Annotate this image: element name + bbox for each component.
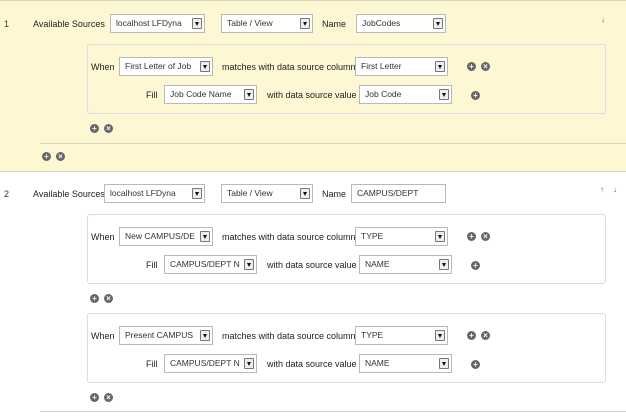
- when-label: When: [91, 62, 115, 72]
- name-label: Name: [322, 19, 347, 29]
- add-condition-icon[interactable]: +: [467, 62, 476, 71]
- available-sources-label: Available Sources: [33, 19, 105, 29]
- available-sources-label: Available Sources: [33, 189, 105, 199]
- when-field-value: New CAMPUS/DE: [125, 231, 195, 241]
- remove-condition-group-icon[interactable]: ×: [104, 124, 113, 133]
- remove-condition-group-icon[interactable]: ×: [104, 393, 113, 402]
- fill-label: Fill: [146, 90, 158, 100]
- chevron-down-icon[interactable]: [439, 89, 449, 100]
- chevron-down-icon[interactable]: [192, 188, 202, 199]
- value-label: with data source value: [267, 359, 357, 369]
- remove-condition-icon[interactable]: ×: [481, 232, 490, 241]
- chevron-down-icon[interactable]: [200, 61, 210, 72]
- when-field-select[interactable]: New CAMPUS/DE: [119, 227, 213, 246]
- fill-label: Fill: [146, 359, 158, 369]
- add-condition-icon[interactable]: +: [467, 331, 476, 340]
- name-field[interactable]: CAMPUS/DEPT: [351, 184, 446, 203]
- fill-label: Fill: [146, 260, 158, 270]
- add-condition-group-icon[interactable]: +: [90, 124, 99, 133]
- remove-condition-icon[interactable]: ×: [481, 331, 490, 340]
- available-sources-select[interactable]: localhost LFDyna: [104, 184, 205, 203]
- value-column-select[interactable]: NAME: [359, 354, 452, 373]
- value-column-select[interactable]: NAME: [359, 255, 452, 274]
- object-type-select[interactable]: Table / View: [221, 184, 313, 203]
- chevron-down-icon[interactable]: [244, 358, 254, 369]
- condition-box: When Present CAMPUS matches with data so…: [87, 313, 606, 383]
- matches-label: matches with data source column: [222, 232, 356, 242]
- chevron-down-icon[interactable]: [433, 18, 443, 29]
- when-field-select[interactable]: Present CAMPUS: [119, 326, 213, 345]
- when-field-value: First Letter of Job: [125, 61, 192, 71]
- value-column-select[interactable]: Job Code: [359, 85, 452, 104]
- add-fill-icon[interactable]: +: [471, 360, 480, 369]
- add-condition-icon[interactable]: +: [467, 232, 476, 241]
- value-label: with data source value: [267, 90, 357, 100]
- matches-label: matches with data source column: [222, 331, 356, 341]
- available-sources-value: localhost LFDyna: [110, 188, 176, 198]
- row-number: 2: [4, 189, 10, 199]
- chevron-down-icon[interactable]: [200, 231, 210, 242]
- add-condition-group-icon[interactable]: +: [90, 393, 99, 402]
- chevron-down-icon[interactable]: [200, 330, 210, 341]
- fill-field-select[interactable]: CAMPUS/DEPT N: [164, 255, 257, 274]
- object-type-select[interactable]: Table / View: [221, 14, 313, 33]
- condition-box: When First Letter of Job matches with da…: [87, 44, 606, 114]
- fill-field-select[interactable]: Job Code Name: [164, 85, 257, 104]
- source-row-1: 1 Available Sources localhost LFDyna Tab…: [0, 0, 626, 172]
- chevron-down-icon[interactable]: [244, 89, 254, 100]
- chevron-down-icon[interactable]: [439, 358, 449, 369]
- remove-condition-group-icon[interactable]: ×: [104, 294, 113, 303]
- chevron-down-icon[interactable]: [435, 61, 445, 72]
- add-fill-icon[interactable]: +: [471, 91, 480, 100]
- when-label: When: [91, 232, 115, 242]
- when-label: When: [91, 331, 115, 341]
- row-number: 1: [4, 19, 10, 29]
- chevron-down-icon[interactable]: [300, 18, 310, 29]
- divider: [40, 143, 626, 144]
- divider: [40, 411, 626, 412]
- remove-source-icon[interactable]: ×: [56, 152, 65, 161]
- move-up-icon[interactable]: ↑: [600, 185, 604, 194]
- move-down-icon[interactable]: ↓: [601, 15, 605, 24]
- condition-box: When New CAMPUS/DE matches with data sou…: [87, 214, 606, 284]
- move-down-icon[interactable]: ↓: [613, 185, 617, 194]
- available-sources-value: localhost LFDyna: [116, 18, 182, 28]
- add-condition-group-icon[interactable]: +: [90, 294, 99, 303]
- available-sources-select[interactable]: localhost LFDyna: [110, 14, 205, 33]
- name-label: Name: [322, 189, 347, 199]
- chevron-down-icon[interactable]: [192, 18, 202, 29]
- chevron-down-icon[interactable]: [435, 330, 445, 341]
- match-column-select[interactable]: First Letter: [355, 57, 448, 76]
- when-field-value: Present CAMPUS: [125, 330, 194, 340]
- match-column-select[interactable]: TYPE: [355, 227, 448, 246]
- name-select[interactable]: JobCodes: [356, 14, 446, 33]
- chevron-down-icon[interactable]: [439, 259, 449, 270]
- add-source-icon[interactable]: +: [42, 152, 51, 161]
- remove-condition-icon[interactable]: ×: [481, 62, 490, 71]
- match-column-select[interactable]: TYPE: [355, 326, 448, 345]
- chevron-down-icon[interactable]: [244, 259, 254, 270]
- chevron-down-icon[interactable]: [300, 188, 310, 199]
- add-fill-icon[interactable]: +: [471, 261, 480, 270]
- matches-label: matches with data source column: [222, 62, 356, 72]
- fill-field-select[interactable]: CAMPUS/DEPT N: [164, 354, 257, 373]
- source-row-2: 2 Available Sources localhost LFDyna Tab…: [0, 173, 626, 416]
- chevron-down-icon[interactable]: [435, 231, 445, 242]
- when-field-select[interactable]: First Letter of Job: [119, 57, 213, 76]
- value-label: with data source value: [267, 260, 357, 270]
